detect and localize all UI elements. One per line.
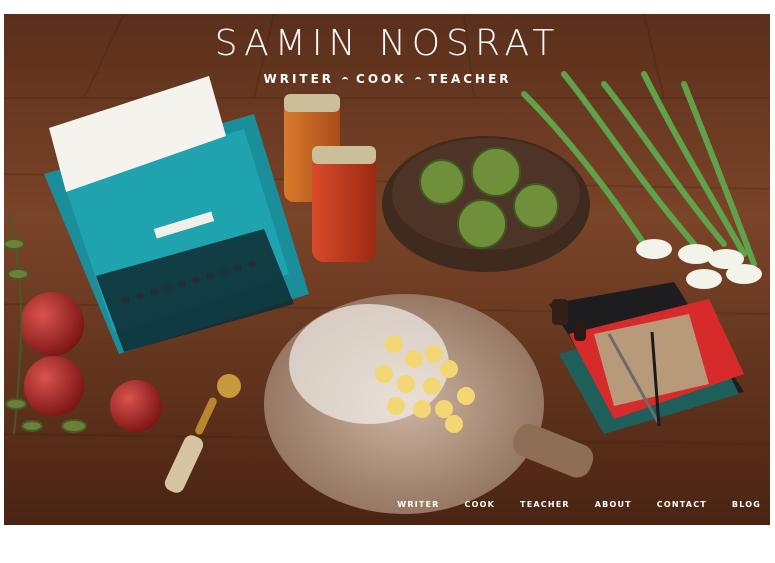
nav-contact[interactable]: CONTACT <box>657 500 707 509</box>
hero-image <box>4 14 770 525</box>
nav-blog[interactable]: BLOG <box>732 500 761 509</box>
nav-writer[interactable]: WRITER <box>397 500 439 509</box>
nav-cook[interactable]: COOK <box>465 500 495 509</box>
bottom-navigation: WRITER COOK TEACHER ABOUT CONTACT BLOG <box>397 500 761 509</box>
nav-about[interactable]: ABOUT <box>595 500 632 509</box>
hero-photo-illustration <box>4 14 770 525</box>
artichoke-bowl <box>382 136 590 272</box>
nav-teacher[interactable]: TEACHER <box>520 500 570 509</box>
